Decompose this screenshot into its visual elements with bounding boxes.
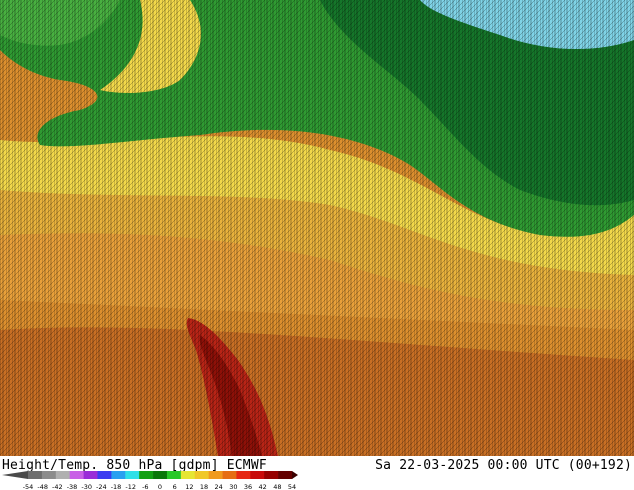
colorbar-tick-label: 0: [158, 483, 162, 490]
colorbar-segment: [28, 471, 43, 479]
temperature-field-map: [0, 0, 634, 456]
colorbar-segment: [250, 471, 265, 479]
colorbar-segment: [111, 471, 126, 479]
colorbar-min-arrow: [2, 471, 28, 479]
colorbar-tick-label: -54: [23, 483, 34, 490]
colorbar-tick-label: 54: [288, 483, 296, 490]
colorbar-segment: [264, 471, 279, 479]
colorbar-tick-label: -12: [125, 483, 136, 490]
colorbar-tick-label: -48: [37, 483, 48, 490]
colorbar-segment: [139, 471, 154, 479]
colorbar-tick-label: 18: [200, 483, 208, 490]
colorbar-segment: [166, 471, 182, 479]
colorbar-max-arrow: [292, 471, 298, 479]
colorbar-tick-label: 36: [244, 483, 252, 490]
colorbar-tick-label: -24: [96, 483, 107, 490]
colorbar-segment: [180, 471, 196, 479]
colorbar-segment: [194, 471, 209, 479]
colorbar-segment: [125, 471, 140, 479]
colorbar-tick-label: -42: [52, 483, 63, 490]
colorbar-segment: [236, 471, 251, 479]
colorbar-tick-label: -38: [67, 483, 78, 490]
colorbar-segment: [208, 471, 223, 479]
colorbar-segment: [278, 471, 293, 479]
colorbar-tick-label: 24: [215, 483, 223, 490]
colorbar-segment: [41, 471, 57, 479]
colorbar-tick-label: 30: [229, 483, 237, 490]
colorbar-tick-label: -30: [81, 483, 92, 490]
colorbar-segment: [97, 471, 112, 479]
color-scale-legend: -54 -48 -42 -38 -30 -24 -18 -12 -6 0 6 12 18 24 30 36 42…: [2, 471, 298, 490]
colorbar-tick-label: 6: [173, 483, 177, 490]
colorbar-tick-label: 12: [185, 483, 193, 490]
colorbar-segment: [55, 471, 70, 479]
colorbar-tick-label: -18: [111, 483, 122, 490]
colorbar-segment: [222, 471, 237, 479]
contour-hatching-diagonal: [0, 0, 634, 456]
colorbar-tick-label: 48: [273, 483, 281, 490]
colorbar-segment: [83, 471, 98, 479]
colorbar-tick-label: 42: [259, 483, 267, 490]
colorbar-segment: [69, 471, 84, 479]
weather-map: Height/Temp. 850 hPa [gdpm] ECMWF Sa 22-…: [0, 0, 634, 490]
colorbar-segment: [153, 471, 168, 479]
valid-time: Sa 22-03-2025 00:00 UTC (00+192): [375, 458, 632, 473]
colorbar-tick-label: -6: [142, 483, 148, 490]
